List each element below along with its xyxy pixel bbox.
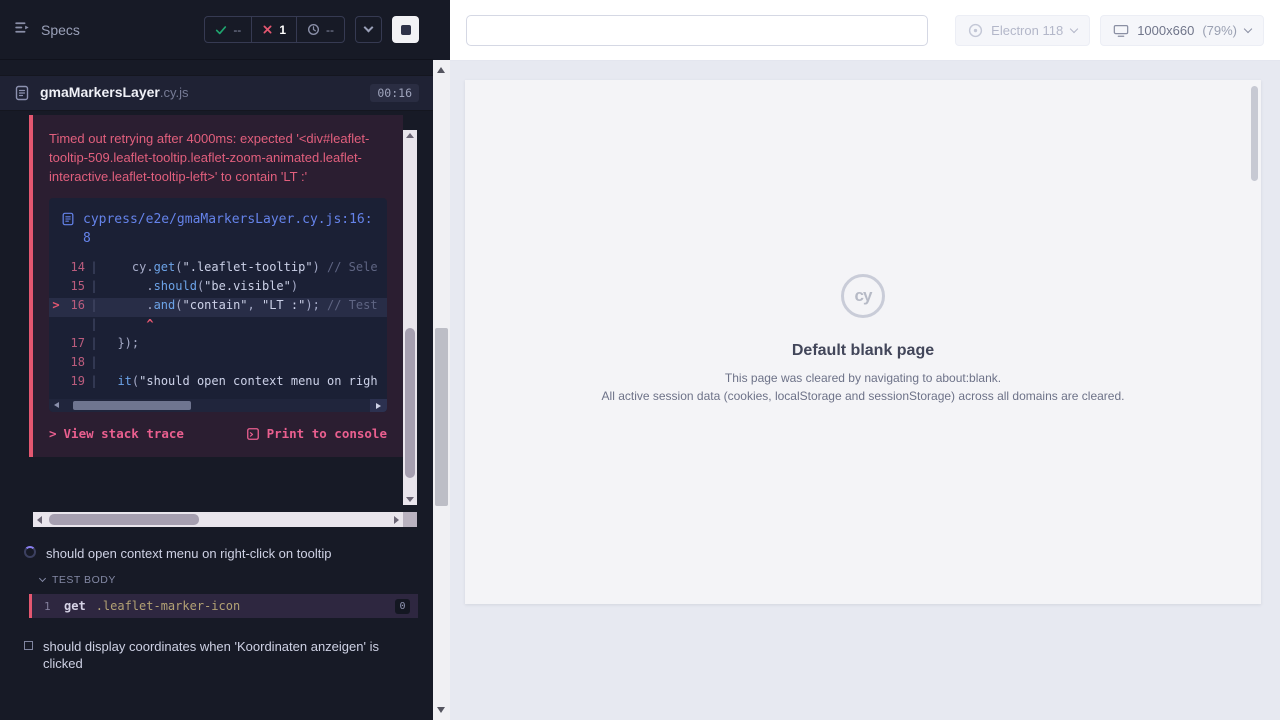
x-icon bbox=[262, 24, 273, 35]
code-lines: 14| cy.get(".leaflet-tooltip") // Sele15… bbox=[49, 256, 387, 399]
blank-page-line1: This page was cleared by navigating to a… bbox=[602, 371, 1125, 385]
code-line: 14| cy.get(".leaflet-tooltip") // Sele bbox=[49, 260, 387, 279]
cypress-reporter: Specs -- 1 -- bbox=[0, 0, 450, 720]
print-to-console-button[interactable]: Print to console bbox=[246, 426, 387, 441]
passed-count: -- bbox=[233, 23, 241, 37]
aut-stage: cy Default blank page This page was clea… bbox=[450, 61, 1280, 720]
test-stats: -- 1 -- bbox=[204, 16, 345, 43]
test-title: should open context menu on right-click … bbox=[46, 545, 331, 562]
specs-list-icon[interactable] bbox=[14, 19, 31, 41]
error-actions: > View stack trace Print to console bbox=[49, 426, 387, 441]
stack-trace-chevron: > bbox=[49, 426, 57, 441]
code-scrollbar-thumb[interactable] bbox=[73, 401, 191, 410]
chevron-down-icon bbox=[1244, 24, 1252, 32]
viewport-icon bbox=[1113, 23, 1129, 38]
test-title: should display coordinates when 'Koordin… bbox=[43, 638, 384, 672]
spec-file-icon bbox=[14, 85, 30, 101]
file-link-text: cypress/e2e/gmaMarkersLayer.cy.js:16:8 bbox=[83, 210, 375, 248]
browser-name-label: Electron 118 bbox=[991, 23, 1063, 38]
pending-count: -- bbox=[326, 23, 334, 37]
command-log-row[interactable]: 1 get .leaflet-marker-icon 0 bbox=[29, 594, 418, 618]
command-method: get bbox=[64, 599, 86, 613]
spec-header: gmaMarkersLayer.cy.js 00:16 bbox=[0, 75, 433, 111]
scrollbar-corner bbox=[403, 512, 417, 527]
spec-name[interactable]: gmaMarkersLayer.cy.js bbox=[40, 84, 189, 102]
vertical-scrollbar-thumb[interactable] bbox=[405, 328, 415, 478]
scroll-down-icon[interactable] bbox=[406, 497, 414, 502]
test-item-running[interactable]: should open context menu on right-click … bbox=[24, 545, 424, 562]
url-input[interactable] bbox=[466, 15, 928, 46]
code-frame-file-link[interactable]: cypress/e2e/gmaMarkersLayer.cy.js:16:8 bbox=[49, 198, 387, 256]
code-line: 17| }); bbox=[49, 336, 387, 355]
code-line: 19| it("should open context menu on righ bbox=[49, 374, 387, 393]
horizontal-scrollbar-thumb[interactable] bbox=[49, 514, 199, 525]
viewport-zoom-label: (79%) bbox=[1202, 23, 1237, 38]
code-horizontal-scrollbar[interactable] bbox=[49, 399, 387, 412]
stat-passed: -- bbox=[205, 17, 251, 42]
blank-page-content: cy Default blank page This page was clea… bbox=[602, 274, 1125, 403]
code-frame: cypress/e2e/gmaMarkersLayer.cy.js:16:8 1… bbox=[49, 198, 387, 412]
command-number: 1 bbox=[44, 600, 64, 613]
chevron-down-icon bbox=[1070, 24, 1078, 32]
reporter-vertical-scrollbar[interactable] bbox=[403, 130, 417, 505]
test-item-pending[interactable]: should display coordinates when 'Koordin… bbox=[24, 638, 384, 672]
failed-count: 1 bbox=[279, 23, 286, 37]
clock-icon bbox=[307, 23, 320, 36]
cypress-logo: cy bbox=[841, 274, 885, 318]
stop-tests-button[interactable] bbox=[392, 16, 419, 43]
aut-scrollbar-thumb[interactable] bbox=[1251, 86, 1258, 181]
viewport-selector[interactable]: 1000x660 (79%) bbox=[1100, 15, 1264, 46]
stat-failed: 1 bbox=[251, 17, 296, 42]
reporter-header: Specs -- 1 -- bbox=[0, 0, 433, 60]
spec-duration: 00:16 bbox=[370, 84, 419, 102]
spec-ext-text: .cy.js bbox=[160, 85, 189, 100]
print-to-console-label: Print to console bbox=[267, 426, 387, 441]
scroll-left-icon[interactable] bbox=[37, 516, 42, 524]
browser-selector[interactable]: Electron 118 bbox=[955, 15, 1090, 46]
spec-name-text: gmaMarkersLayer bbox=[40, 84, 160, 100]
scroll-down-icon[interactable] bbox=[437, 707, 445, 713]
browser-url-bar: Electron 118 1000x660 (79%) bbox=[450, 0, 1280, 61]
code-line: 15| .should("be.visible") bbox=[49, 279, 387, 298]
console-icon bbox=[246, 427, 260, 441]
blank-page-line2: All active session data (cookies, localS… bbox=[602, 389, 1125, 403]
browser-pane: Electron 118 1000x660 (79%) cy Default b… bbox=[450, 0, 1280, 720]
app-scrollbar[interactable] bbox=[433, 60, 450, 720]
code-line: | ^ bbox=[49, 317, 387, 336]
file-icon bbox=[61, 212, 75, 226]
test-body-label: TEST BODY bbox=[52, 574, 116, 586]
scroll-right-button[interactable] bbox=[370, 399, 387, 412]
pending-square-icon bbox=[24, 641, 33, 650]
scroll-right-icon[interactable] bbox=[394, 516, 399, 524]
collapse-reporter-button[interactable] bbox=[355, 16, 382, 43]
aut-iframe: cy Default blank page This page was clea… bbox=[465, 80, 1261, 604]
error-panel: Timed out retrying after 4000ms: expecte… bbox=[29, 115, 403, 457]
scroll-up-icon[interactable] bbox=[437, 67, 445, 73]
blank-page-title: Default blank page bbox=[602, 342, 1125, 360]
error-message: Timed out retrying after 4000ms: expecte… bbox=[49, 129, 387, 186]
electron-browser-icon bbox=[968, 23, 983, 38]
chevron-down-icon bbox=[364, 23, 374, 33]
command-message: .leaflet-marker-icon bbox=[96, 599, 395, 613]
viewport-size-label: 1000x660 bbox=[1137, 23, 1194, 38]
stop-icon bbox=[401, 25, 411, 35]
app-scrollbar-thumb[interactable] bbox=[435, 328, 448, 506]
code-line: 18| bbox=[49, 355, 387, 374]
code-line: >16| .and("contain", "LT :"); // Test bbox=[49, 298, 387, 317]
specs-label[interactable]: Specs bbox=[41, 22, 80, 38]
running-spinner-icon bbox=[24, 546, 36, 558]
command-count-badge: 0 bbox=[395, 599, 410, 614]
test-body-toggle[interactable]: TEST BODY bbox=[40, 574, 116, 586]
check-icon bbox=[215, 24, 227, 36]
scroll-left-icon[interactable] bbox=[54, 402, 59, 408]
view-stack-trace-button[interactable]: > View stack trace bbox=[49, 426, 184, 441]
view-stack-trace-label: View stack trace bbox=[64, 426, 184, 441]
scroll-right-icon bbox=[376, 403, 381, 409]
scroll-up-icon[interactable] bbox=[406, 133, 414, 138]
chevron-down-icon bbox=[39, 575, 46, 582]
reporter-horizontal-scrollbar[interactable] bbox=[33, 512, 403, 527]
stat-pending: -- bbox=[296, 17, 344, 42]
